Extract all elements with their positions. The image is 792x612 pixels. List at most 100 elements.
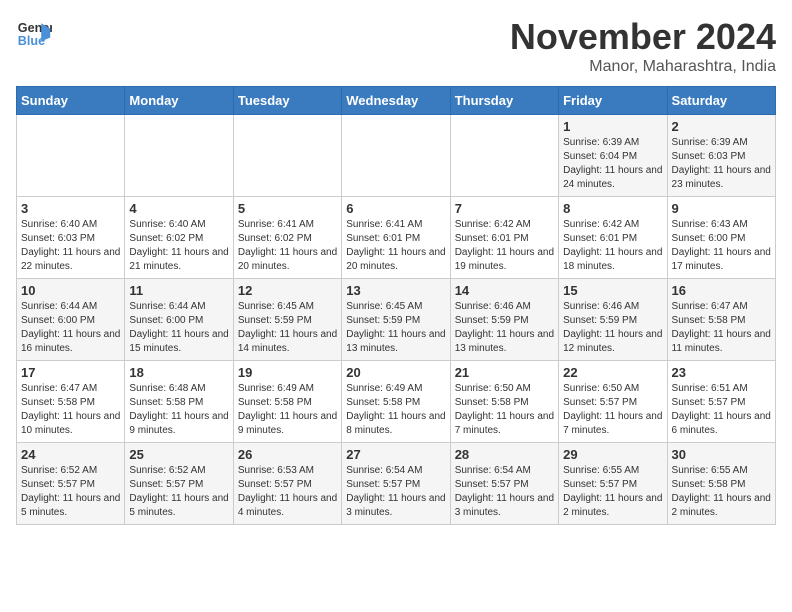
logo: General Blue (16, 16, 52, 52)
calendar-week-row: 10 Sunrise: 6:44 AM Sunset: 6:00 PM Dayli… (17, 279, 776, 361)
calendar-cell: 25 Sunrise: 6:52 AM Sunset: 5:57 PM Dayli… (125, 443, 233, 525)
weekday-header: Monday (125, 87, 233, 115)
calendar-cell: 17 Sunrise: 6:47 AM Sunset: 5:58 PM Dayli… (17, 361, 125, 443)
day-info: Sunrise: 6:52 AM Sunset: 5:57 PM Dayligh… (129, 464, 228, 520)
calendar-cell: 4 Sunrise: 6:40 AM Sunset: 6:02 PM Daylig… (125, 197, 233, 279)
header: General Blue November 2024 Manor, Mahara… (16, 16, 776, 76)
day-number: 30 (672, 447, 771, 462)
day-info: Sunrise: 6:41 AM Sunset: 6:01 PM Dayligh… (346, 218, 445, 274)
calendar-cell: 28 Sunrise: 6:54 AM Sunset: 5:57 PM Dayli… (450, 443, 558, 525)
weekday-header: Saturday (667, 87, 775, 115)
calendar-body: 1 Sunrise: 6:39 AM Sunset: 6:04 PM Daylig… (17, 115, 776, 525)
day-number: 1 (563, 119, 662, 134)
day-number: 14 (455, 283, 554, 298)
day-info: Sunrise: 6:46 AM Sunset: 5:59 PM Dayligh… (455, 300, 554, 356)
day-info: Sunrise: 6:42 AM Sunset: 6:01 PM Dayligh… (563, 218, 662, 274)
day-number: 28 (455, 447, 554, 462)
title-area: November 2024 Manor, Maharashtra, India (510, 16, 776, 76)
day-number: 25 (129, 447, 228, 462)
calendar-cell: 3Sunrise: 6:40 AM Sunset: 6:03 PM Daylig… (17, 197, 125, 279)
calendar-cell: 16 Sunrise: 6:47 AM Sunset: 5:58 PM Dayli… (667, 279, 775, 361)
day-info: Sunrise: 6:47 AM Sunset: 5:58 PM Dayligh… (21, 382, 120, 438)
day-number: 12 (238, 283, 337, 298)
day-number: 16 (672, 283, 771, 298)
calendar-cell: 6 Sunrise: 6:41 AM Sunset: 6:01 PM Daylig… (342, 197, 450, 279)
calendar-cell: 22Sunrise: 6:50 AM Sunset: 5:57 PM Dayli… (559, 361, 667, 443)
day-number: 26 (238, 447, 337, 462)
day-number: 11 (129, 283, 228, 298)
day-info: Sunrise: 6:39 AM Sunset: 6:04 PM Dayligh… (563, 136, 662, 192)
calendar-cell: 12 Sunrise: 6:45 AM Sunset: 5:59 PM Dayli… (233, 279, 341, 361)
weekday-header: Thursday (450, 87, 558, 115)
day-info: Sunrise: 6:47 AM Sunset: 5:58 PM Dayligh… (672, 300, 771, 356)
day-number: 8 (563, 201, 662, 216)
weekday-header: Tuesday (233, 87, 341, 115)
day-info: Sunrise: 6:41 AM Sunset: 6:02 PM Dayligh… (238, 218, 337, 274)
calendar-week-row: 1 Sunrise: 6:39 AM Sunset: 6:04 PM Daylig… (17, 115, 776, 197)
calendar-cell (125, 115, 233, 197)
day-number: 17 (21, 365, 120, 380)
day-info: Sunrise: 6:54 AM Sunset: 5:57 PM Dayligh… (455, 464, 554, 520)
day-number: 7 (455, 201, 554, 216)
calendar-cell (233, 115, 341, 197)
calendar-cell: 8 Sunrise: 6:42 AM Sunset: 6:01 PM Daylig… (559, 197, 667, 279)
day-info: Sunrise: 6:44 AM Sunset: 6:00 PM Dayligh… (129, 300, 228, 356)
weekday-header: Friday (559, 87, 667, 115)
day-info: Sunrise: 6:45 AM Sunset: 5:59 PM Dayligh… (238, 300, 337, 356)
day-number: 9 (672, 201, 771, 216)
calendar-cell: 5 Sunrise: 6:41 AM Sunset: 6:02 PM Daylig… (233, 197, 341, 279)
calendar-header: SundayMondayTuesdayWednesdayThursdayFrid… (17, 87, 776, 115)
day-number: 15 (563, 283, 662, 298)
day-number: 10 (21, 283, 120, 298)
day-number: 4 (129, 201, 228, 216)
day-info: Sunrise: 6:44 AM Sunset: 6:00 PM Dayligh… (21, 300, 120, 356)
day-info: Sunrise: 6:45 AM Sunset: 5:59 PM Dayligh… (346, 300, 445, 356)
header-row: SundayMondayTuesdayWednesdayThursdayFrid… (17, 87, 776, 115)
calendar-cell: 20 Sunrise: 6:49 AM Sunset: 5:58 PM Dayli… (342, 361, 450, 443)
calendar-cell: 9 Sunrise: 6:43 AM Sunset: 6:00 PM Daylig… (667, 197, 775, 279)
calendar-cell: 13Sunrise: 6:45 AM Sunset: 5:59 PM Dayli… (342, 279, 450, 361)
day-number: 27 (346, 447, 445, 462)
calendar-week-row: 3Sunrise: 6:40 AM Sunset: 6:03 PM Daylig… (17, 197, 776, 279)
day-number: 29 (563, 447, 662, 462)
calendar-cell: 18Sunrise: 6:48 AM Sunset: 5:58 PM Dayli… (125, 361, 233, 443)
day-number: 2 (672, 119, 771, 134)
calendar-cell: 14 Sunrise: 6:46 AM Sunset: 5:59 PM Dayli… (450, 279, 558, 361)
day-info: Sunrise: 6:53 AM Sunset: 5:57 PM Dayligh… (238, 464, 337, 520)
calendar-title: November 2024 (510, 16, 776, 58)
day-info: Sunrise: 6:48 AM Sunset: 5:58 PM Dayligh… (129, 382, 228, 438)
calendar-cell: 21Sunrise: 6:50 AM Sunset: 5:58 PM Dayli… (450, 361, 558, 443)
calendar-week-row: 17 Sunrise: 6:47 AM Sunset: 5:58 PM Dayli… (17, 361, 776, 443)
calendar-cell: 1 Sunrise: 6:39 AM Sunset: 6:04 PM Daylig… (559, 115, 667, 197)
weekday-header: Sunday (17, 87, 125, 115)
day-info: Sunrise: 6:43 AM Sunset: 6:00 PM Dayligh… (672, 218, 771, 274)
calendar-cell: 26 Sunrise: 6:53 AM Sunset: 5:57 PM Dayli… (233, 443, 341, 525)
day-info: Sunrise: 6:52 AM Sunset: 5:57 PM Dayligh… (21, 464, 120, 520)
day-number: 24 (21, 447, 120, 462)
day-info: Sunrise: 6:49 AM Sunset: 5:58 PM Dayligh… (238, 382, 337, 438)
calendar-week-row: 24 Sunrise: 6:52 AM Sunset: 5:57 PM Dayli… (17, 443, 776, 525)
calendar-cell (342, 115, 450, 197)
day-info: Sunrise: 6:51 AM Sunset: 5:57 PM Dayligh… (672, 382, 771, 438)
day-info: Sunrise: 6:49 AM Sunset: 5:58 PM Dayligh… (346, 382, 445, 438)
day-number: 6 (346, 201, 445, 216)
day-number: 20 (346, 365, 445, 380)
day-number: 5 (238, 201, 337, 216)
weekday-header: Wednesday (342, 87, 450, 115)
calendar-cell: 7Sunrise: 6:42 AM Sunset: 6:01 PM Daylig… (450, 197, 558, 279)
calendar-cell: 30Sunrise: 6:55 AM Sunset: 5:58 PM Dayli… (667, 443, 775, 525)
day-number: 3 (21, 201, 120, 216)
calendar-cell: 10 Sunrise: 6:44 AM Sunset: 6:00 PM Dayli… (17, 279, 125, 361)
day-info: Sunrise: 6:40 AM Sunset: 6:02 PM Dayligh… (129, 218, 228, 274)
calendar-cell: 27Sunrise: 6:54 AM Sunset: 5:57 PM Dayli… (342, 443, 450, 525)
calendar-table: SundayMondayTuesdayWednesdayThursdayFrid… (16, 86, 776, 525)
calendar-cell: 29Sunrise: 6:55 AM Sunset: 5:57 PM Dayli… (559, 443, 667, 525)
day-number: 19 (238, 365, 337, 380)
calendar-subtitle: Manor, Maharashtra, India (510, 58, 776, 76)
calendar-cell: 24 Sunrise: 6:52 AM Sunset: 5:57 PM Dayli… (17, 443, 125, 525)
day-info: Sunrise: 6:50 AM Sunset: 5:57 PM Dayligh… (563, 382, 662, 438)
day-info: Sunrise: 6:50 AM Sunset: 5:58 PM Dayligh… (455, 382, 554, 438)
calendar-cell: 2Sunrise: 6:39 AM Sunset: 6:03 PM Daylig… (667, 115, 775, 197)
calendar-cell: 15Sunrise: 6:46 AM Sunset: 5:59 PM Dayli… (559, 279, 667, 361)
calendar-cell (17, 115, 125, 197)
